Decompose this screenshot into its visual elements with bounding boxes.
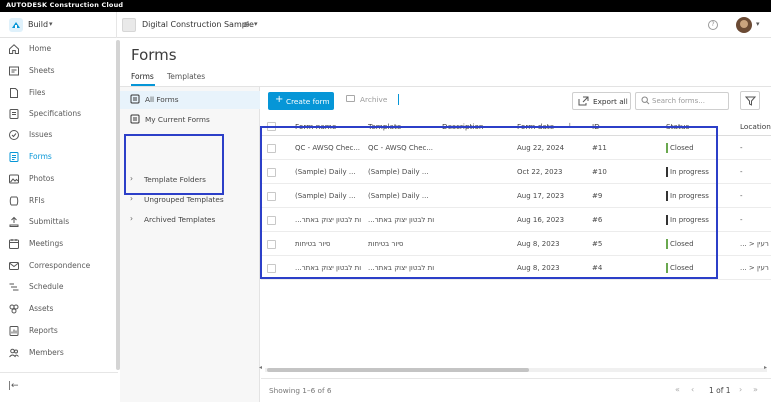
nav-archived-templates[interactable]: › Archived Templates xyxy=(120,211,260,229)
sidebar-item-submittals[interactable]: Submittals xyxy=(0,213,116,233)
forms-icon xyxy=(9,152,19,162)
chevron-right-icon: › xyxy=(130,214,133,223)
chevron-down-icon[interactable]: ▾ xyxy=(254,20,258,28)
project-thumbnail[interactable] xyxy=(122,18,136,32)
home-icon xyxy=(9,44,19,54)
page-indicator: 1 of 1 xyxy=(709,386,731,395)
sidebar: Home Sheets Files Specifications Issues … xyxy=(0,38,118,402)
globe-icon: ⊕ xyxy=(243,20,250,29)
search-input[interactable] xyxy=(652,95,726,107)
sidebar-item-specifications[interactable]: Specifications xyxy=(0,105,116,125)
cell-location: - xyxy=(740,216,743,224)
sidebar-item-home[interactable]: Home xyxy=(0,40,116,60)
tab-templates[interactable]: Templates xyxy=(167,72,205,81)
project-name[interactable]: Digital Construction Sample xyxy=(142,20,254,29)
cell-location: - xyxy=(740,192,743,200)
nav-all-forms[interactable]: All Forms xyxy=(120,91,260,109)
filter-button[interactable] xyxy=(740,91,760,110)
sidebar-item-forms[interactable]: Forms xyxy=(0,148,116,168)
forms-toolbar: + Create form Archive Export all xyxy=(261,87,771,117)
submittals-icon xyxy=(9,216,19,227)
sidebar-item-issues[interactable]: Issues xyxy=(0,126,116,146)
divider xyxy=(398,94,399,105)
table-footer: Showing 1–6 of 6 « ‹ 1 of 1 › » xyxy=(261,378,771,402)
search-box xyxy=(635,92,729,110)
next-page-icon[interactable]: › xyxy=(739,385,742,394)
sidebar-item-members[interactable]: Members xyxy=(0,344,116,364)
filter-icon xyxy=(745,96,756,106)
sheets-icon xyxy=(9,66,19,76)
brand-bar: AUTODESK Construction Cloud xyxy=(0,0,771,12)
page-title: Forms xyxy=(131,46,177,64)
rfis-icon xyxy=(9,196,19,206)
create-form-button[interactable]: + Create form xyxy=(268,92,334,110)
forms-icon xyxy=(130,114,140,124)
chevron-right-icon: › xyxy=(130,194,133,203)
correspondence-icon xyxy=(9,262,19,270)
search-icon xyxy=(641,96,650,105)
photos-icon xyxy=(9,174,19,184)
product-switcher[interactable]: Build xyxy=(28,20,48,29)
collapse-sidebar-icon[interactable]: |← xyxy=(8,381,19,391)
column-header-location[interactable]: Location xyxy=(740,122,771,131)
help-icon[interactable]: ? xyxy=(708,20,718,30)
sidebar-item-meetings[interactable]: Meetings xyxy=(0,235,116,255)
build-logo-icon[interactable] xyxy=(9,18,23,32)
schedule-icon xyxy=(9,283,19,291)
sidebar-item-reports[interactable]: Reports xyxy=(0,322,116,342)
files-icon xyxy=(10,88,18,98)
sidebar-item-sheets[interactable]: Sheets xyxy=(0,62,116,82)
autodesk-logo: AUTODESK Construction Cloud xyxy=(6,1,124,9)
scroll-right-icon[interactable]: ▸ xyxy=(764,364,767,371)
archive-icon xyxy=(346,95,355,102)
sidebar-footer: |← xyxy=(0,372,118,402)
horizontal-scrollbar[interactable]: ◂ ▸ xyxy=(259,364,771,373)
chevron-down-icon[interactable]: ▾ xyxy=(49,20,53,28)
cell-location: - xyxy=(740,144,743,152)
cell-location: - xyxy=(740,168,743,176)
sidebar-item-photos[interactable]: Photos xyxy=(0,170,116,190)
plus-icon: + xyxy=(275,94,284,105)
top-bar: Build ▾ Digital Construction Sample ⊕ ▾ … xyxy=(0,12,771,38)
scroll-left-icon[interactable]: ◂ xyxy=(259,364,262,371)
results-count: Showing 1–6 of 6 xyxy=(269,386,332,395)
last-page-icon[interactable]: » xyxy=(753,385,758,394)
cell-location: ... > רעין xyxy=(740,264,769,272)
tab-forms[interactable]: Forms xyxy=(131,72,154,81)
chevron-down-icon[interactable]: ▾ xyxy=(756,20,760,28)
previous-page-icon[interactable]: ‹ xyxy=(691,385,694,394)
sidebar-item-files[interactable]: Files xyxy=(0,84,116,104)
meetings-icon xyxy=(9,239,19,249)
specifications-icon xyxy=(9,109,19,119)
sidebar-item-rfis[interactable]: RFIs xyxy=(0,192,116,212)
archive-button[interactable]: Archive xyxy=(360,95,387,104)
sidebar-item-schedule[interactable]: Schedule xyxy=(0,278,116,298)
assets-icon xyxy=(9,304,19,314)
sidebar-item-assets[interactable]: Assets xyxy=(0,300,116,320)
scroll-thumb[interactable] xyxy=(267,368,529,372)
avatar[interactable] xyxy=(736,17,752,33)
issues-icon xyxy=(9,130,19,140)
export-icon xyxy=(578,96,589,106)
members-icon xyxy=(9,348,19,358)
forms-icon xyxy=(130,94,140,104)
highlight-box-templates xyxy=(124,134,224,195)
highlight-box-table-rows xyxy=(260,126,718,279)
cell-location: ... > רעין xyxy=(740,240,769,248)
first-page-icon[interactable]: « xyxy=(675,385,680,394)
divider xyxy=(116,12,117,38)
nav-my-current-forms[interactable]: My Current Forms xyxy=(120,111,260,129)
reports-icon xyxy=(9,326,19,336)
export-all-button[interactable]: Export all xyxy=(572,92,631,110)
sidebar-item-correspondence[interactable]: Correspondence xyxy=(0,257,116,277)
